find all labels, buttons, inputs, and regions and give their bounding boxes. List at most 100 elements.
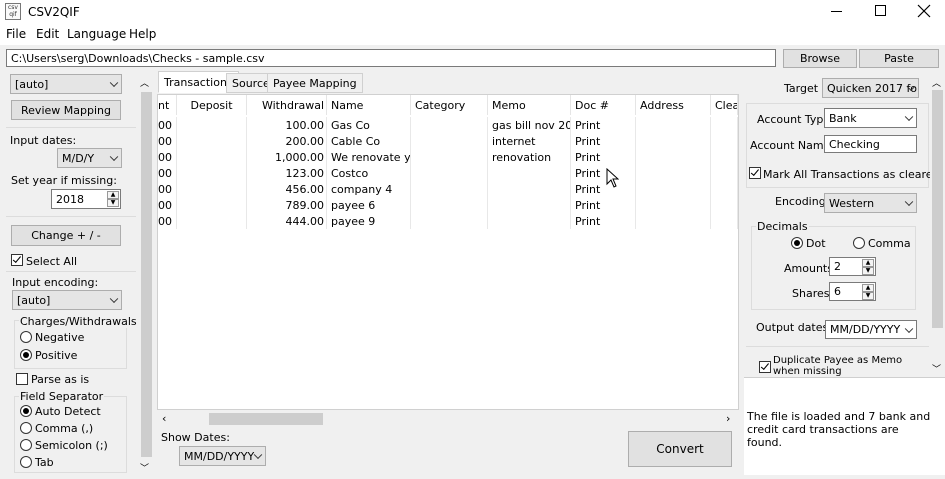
cell-deposit[interactable]: [177, 117, 247, 133]
encoding-combo[interactable]: Western: [824, 193, 917, 213]
cell-deposit[interactable]: [177, 181, 247, 197]
output-dates-combo[interactable]: MM/DD/YYYY: [825, 320, 917, 339]
cell-deposit[interactable]: [177, 165, 247, 181]
cell-category[interactable]: [411, 117, 488, 133]
table-row[interactable]: 00 123.00 Costco Print: [158, 165, 738, 181]
cell-amount[interactable]: 00: [158, 181, 177, 197]
right-scrollbar-thumb[interactable]: [932, 90, 943, 328]
cell-deposit[interactable]: [177, 213, 247, 229]
cell-name[interactable]: We renovate you: [327, 149, 411, 165]
cell-category[interactable]: [411, 197, 488, 213]
cell-address[interactable]: [636, 133, 711, 149]
cell-memo[interactable]: [488, 213, 571, 229]
amounts-stepper[interactable]: 2 ▲ ▼: [829, 257, 876, 276]
cell-cleared[interactable]: [711, 133, 738, 149]
cell-cleared[interactable]: [711, 213, 738, 229]
close-icon[interactable]: [916, 3, 932, 19]
col-header-name[interactable]: Name: [327, 95, 411, 115]
mapping-combo[interactable]: [auto]: [10, 74, 122, 94]
cell-withdrawal[interactable]: 456.00: [247, 181, 327, 197]
scroll-down-icon[interactable]: ﹀: [140, 461, 149, 474]
cell-category[interactable]: [411, 165, 488, 181]
cell-address[interactable]: [636, 197, 711, 213]
cell-cleared[interactable]: [711, 149, 738, 165]
auto-detect-radio[interactable]: [20, 405, 32, 417]
cell-doc[interactable]: Print: [571, 149, 636, 165]
cell-name[interactable]: company 4: [327, 181, 411, 197]
change-sign-button[interactable]: Change + / -: [11, 225, 121, 246]
semicolon-sep-radio[interactable]: [20, 439, 32, 451]
cell-deposit[interactable]: [177, 197, 247, 213]
file-path-field[interactable]: C:\Users\serg\Downloads\Checks - sample.…: [6, 49, 776, 67]
parse-as-is-checkbox[interactable]: [16, 373, 28, 385]
cell-withdrawal[interactable]: 789.00: [247, 197, 327, 213]
stepper-arrows[interactable]: ▲ ▼: [862, 259, 874, 275]
negative-radio[interactable]: [20, 331, 32, 343]
tab-sep-radio[interactable]: [20, 456, 32, 468]
scroll-right-icon[interactable]: ›: [726, 412, 730, 425]
input-encoding-combo[interactable]: [auto]: [12, 290, 122, 310]
col-header-withdrawal[interactable]: Withdrawal: [247, 95, 327, 115]
stepper-arrows[interactable]: ▲ ▼: [862, 284, 874, 300]
cell-address[interactable]: [636, 117, 711, 133]
positive-radio[interactable]: [20, 349, 32, 361]
left-scrollbar-thumb[interactable]: [141, 92, 152, 457]
account-type-combo[interactable]: Bank: [824, 108, 917, 128]
cell-name[interactable]: Cable Co: [327, 133, 411, 149]
select-all-checkbox[interactable]: [11, 254, 23, 266]
cell-doc[interactable]: Print: [571, 133, 636, 149]
cell-category[interactable]: [411, 181, 488, 197]
browse-button[interactable]: Browse: [783, 49, 857, 68]
cell-name[interactable]: Costco: [327, 165, 411, 181]
stepper-arrows[interactable]: ▲ ▼: [107, 191, 119, 207]
col-header-cleared[interactable]: Clea: [711, 95, 738, 115]
cell-amount[interactable]: 00: [158, 213, 177, 229]
scroll-down-icon[interactable]: ﹀: [932, 362, 941, 375]
cell-memo[interactable]: [488, 181, 571, 197]
col-header-category[interactable]: Category: [411, 95, 488, 115]
show-dates-combo[interactable]: MM/DD/YYYY: [179, 446, 266, 466]
cell-address[interactable]: [636, 181, 711, 197]
cell-memo[interactable]: gas bill nov 2018: [488, 117, 571, 133]
table-row[interactable]: 00 1,000.00We renovate you renovationPrint: [158, 149, 738, 165]
cell-withdrawal[interactable]: 200.00: [247, 133, 327, 149]
scroll-left-icon[interactable]: ‹: [162, 412, 166, 425]
table-row[interactable]: 00 200.00 Cable Co internet Print: [158, 133, 738, 149]
cell-name[interactable]: Gas Co: [327, 117, 411, 133]
cell-category[interactable]: [411, 213, 488, 229]
year-stepper[interactable]: 2018 ▲ ▼: [51, 189, 121, 209]
cell-name[interactable]: payee 6: [327, 197, 411, 213]
table-row[interactable]: 00 456.00 company 4 Print: [158, 181, 738, 197]
scroll-up-icon[interactable]: ︿: [932, 76, 941, 89]
cell-memo[interactable]: internet: [488, 133, 571, 149]
cell-cleared[interactable]: [711, 181, 738, 197]
table-row[interactable]: 00 444.00 payee 9 Print: [158, 213, 738, 229]
cell-memo[interactable]: [488, 165, 571, 181]
target-combo[interactable]: Quicken 2017 for: [822, 78, 919, 98]
menu-file[interactable]: File: [6, 27, 26, 41]
cell-doc[interactable]: Print: [571, 165, 636, 181]
cell-cleared[interactable]: [711, 165, 738, 181]
scroll-up-icon[interactable]: ︿: [140, 76, 149, 89]
comma-sep-radio[interactable]: [20, 422, 32, 434]
cell-doc[interactable]: Print: [571, 117, 636, 133]
table-row[interactable]: 00 100.00Gas Co gas bill nov 2018Print: [158, 117, 738, 133]
cell-withdrawal[interactable]: 1,000.00: [247, 149, 327, 165]
cell-category[interactable]: [411, 133, 488, 149]
cell-doc[interactable]: Print: [571, 181, 636, 197]
horizontal-scrollbar-thumb[interactable]: [209, 413, 323, 425]
menu-edit[interactable]: Edit: [36, 27, 59, 41]
col-header-memo[interactable]: Memo: [488, 95, 571, 115]
cell-amount[interactable]: 00: [158, 149, 177, 165]
cell-category[interactable]: [411, 149, 488, 165]
cell-withdrawal[interactable]: 444.00: [247, 213, 327, 229]
menu-language[interactable]: Language: [67, 27, 126, 41]
cell-doc[interactable]: Print: [571, 197, 636, 213]
cell-withdrawal[interactable]: 123.00: [247, 165, 327, 181]
account-name-field[interactable]: Checking: [824, 135, 917, 153]
cell-amount[interactable]: 00: [158, 133, 177, 149]
cell-cleared[interactable]: [711, 117, 738, 133]
shares-stepper[interactable]: 6 ▲ ▼: [829, 282, 876, 301]
comma-decimal-radio[interactable]: [853, 237, 865, 249]
col-header-deposit[interactable]: Deposit: [177, 95, 247, 115]
